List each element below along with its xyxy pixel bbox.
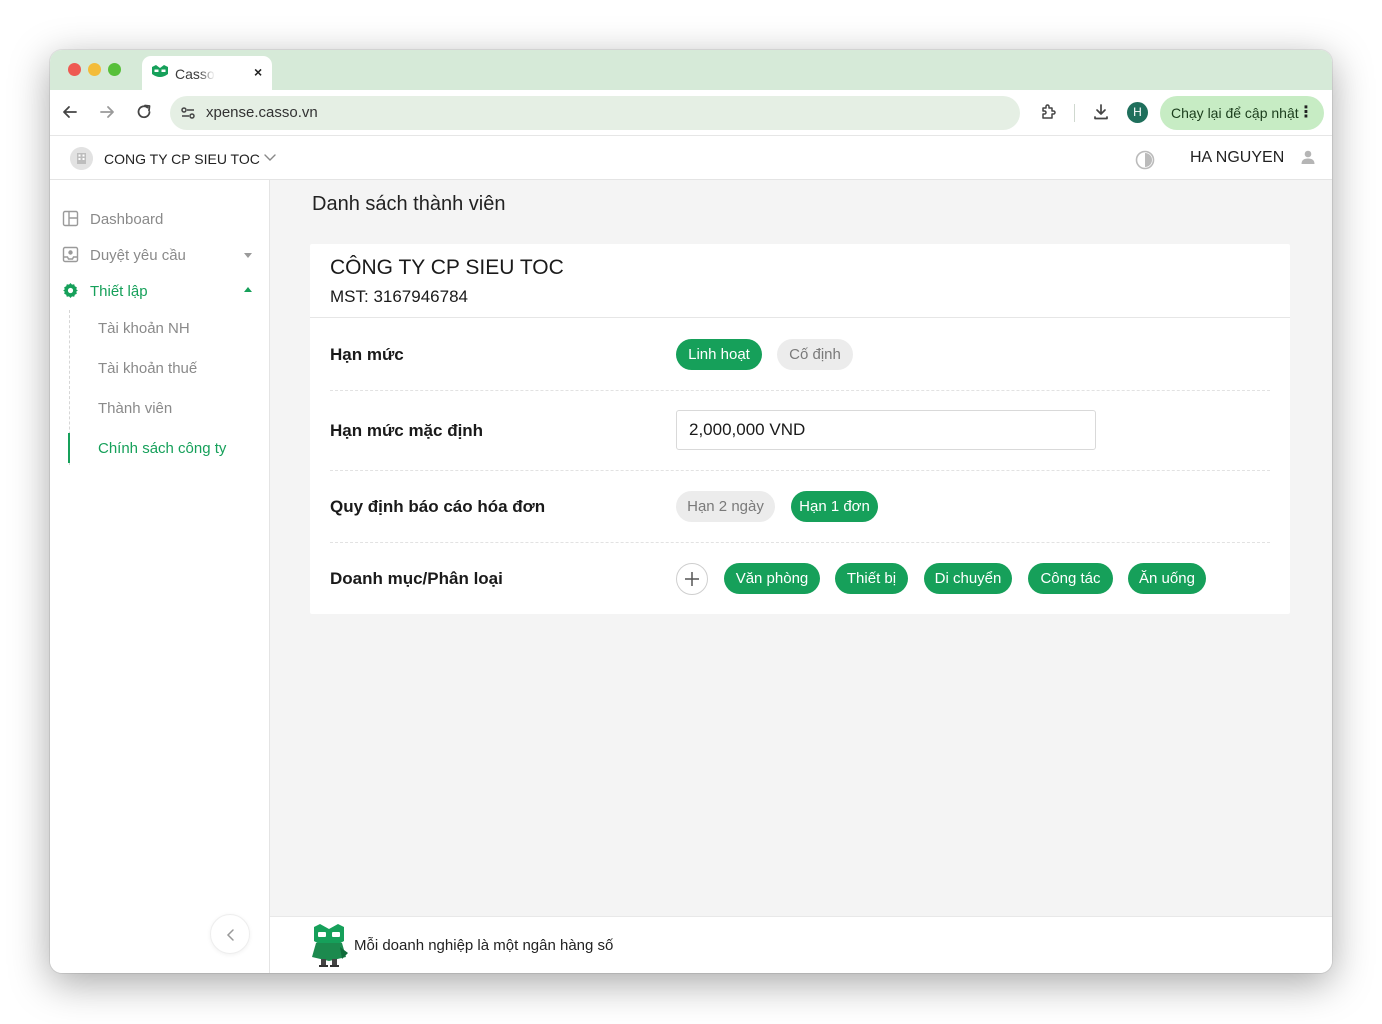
company-selector-label[interactable]: CONG TY CP SIEU TOC: [104, 151, 260, 167]
theme-toggle-icon[interactable]: [1135, 150, 1155, 170]
row-divider: [330, 470, 1270, 471]
maximize-window-button[interactable]: [108, 63, 121, 76]
dashboard-icon: [62, 210, 79, 227]
tab-strip: Casso ×: [50, 50, 1332, 90]
close-window-button[interactable]: [68, 63, 81, 76]
limit-option-fixed[interactable]: Cố định: [777, 339, 853, 370]
sidebar-item-settings[interactable]: Thiết lập: [50, 276, 270, 306]
plus-icon: [685, 572, 699, 586]
sidebar-subitem-bank-accounts[interactable]: Tài khoản NH: [98, 320, 190, 337]
sidebar-subitem-members[interactable]: Thành viên: [98, 400, 172, 417]
toolbar-divider: [1074, 104, 1075, 122]
profile-avatar[interactable]: H: [1127, 102, 1148, 123]
relaunch-update-label: Chạy lại để cập nhật: [1171, 105, 1299, 121]
sidebar-item-label: Thiết lập: [90, 283, 148, 300]
sidebar-item-approvals[interactable]: Duyệt yêu cầu: [50, 240, 270, 270]
building-icon: [70, 147, 93, 170]
category-tag[interactable]: Di chuyển: [924, 563, 1012, 594]
subnav-active-indicator: [68, 433, 70, 463]
category-tag[interactable]: Công tác: [1028, 563, 1113, 594]
company-title: CÔNG TY CP SIEU TOC: [330, 256, 564, 279]
category-tag[interactable]: Thiết bị: [835, 563, 908, 594]
reload-icon[interactable]: [134, 102, 154, 122]
category-tag[interactable]: Ăn uống: [1128, 563, 1206, 594]
limit-label: Hạn mức: [330, 345, 404, 364]
caret-down-icon: [244, 253, 252, 258]
row-divider: [330, 390, 1270, 391]
invoice-rule-label: Quy định báo cáo hóa đơn: [330, 497, 546, 516]
categories-label: Doanh mục/Phân loại: [330, 569, 503, 588]
footer-slogan: Mỗi doanh nghiệp là một ngân hàng số: [354, 937, 614, 954]
chevron-left-icon: [226, 929, 234, 941]
main-content: Danh sách thành viên CÔNG TY CP SIEU TOC…: [270, 180, 1332, 916]
address-bar[interactable]: xpense.casso.vn: [170, 96, 1020, 130]
chevron-down-icon[interactable]: [263, 150, 277, 164]
forward-icon[interactable]: [97, 102, 117, 122]
back-icon[interactable]: [60, 102, 80, 122]
sidebar-subitem-tax-accounts[interactable]: Tài khoản thuế: [98, 360, 197, 377]
site-settings-icon[interactable]: [178, 103, 198, 123]
invoice-option-1-invoice[interactable]: Hạn 1 đơn: [791, 491, 878, 522]
policy-card: CÔNG TY CP SIEU TOC MST: 3167946784 Hạn …: [310, 244, 1290, 614]
footer: Mỗi doanh nghiệp là một ngân hàng số: [270, 916, 1332, 973]
page-title: Danh sách thành viên: [312, 193, 506, 215]
sidebar: Dashboard Duyệt yêu cầu Thiết lập Tài kh…: [50, 180, 270, 973]
default-limit-input[interactable]: 2,000,000 VND: [676, 410, 1096, 450]
casso-mascot-icon: [312, 924, 348, 967]
row-divider: [330, 542, 1270, 543]
tab-title: Casso: [175, 66, 215, 82]
app-header: CONG TY CP SIEU TOC HA NGUYEN: [50, 136, 1332, 180]
default-limit-label: Hạn mức mặc định: [330, 421, 484, 440]
download-icon[interactable]: [1091, 102, 1111, 122]
sidebar-item-label: Dashboard: [90, 211, 164, 228]
user-icon[interactable]: [1300, 149, 1316, 165]
browser-toolbar: xpense.casso.vn H Chạy lại để cập nhật ⋮: [50, 90, 1332, 136]
gear-icon: [63, 283, 78, 298]
url-text: xpense.casso.vn: [206, 104, 318, 121]
relaunch-update-button[interactable]: Chạy lại để cập nhật ⋮: [1160, 96, 1324, 130]
user-name[interactable]: HA NGUYEN: [1190, 149, 1284, 167]
category-tag[interactable]: Văn phòng: [724, 563, 820, 594]
browser-tab[interactable]: Casso ×: [142, 56, 272, 90]
sidebar-item-label: Duyệt yêu cầu: [90, 247, 186, 264]
tax-code: MST: 3167946784: [330, 287, 468, 306]
collapse-sidebar-button[interactable]: [210, 914, 250, 954]
browser-window: Casso × xpense.casso.vn H Chạy lại để cậ…: [50, 50, 1332, 973]
casso-logo-icon: [152, 65, 168, 77]
approval-icon: [62, 246, 79, 263]
invoice-option-2-days[interactable]: Hạn 2 ngày: [676, 491, 775, 522]
caret-up-icon: [244, 287, 252, 292]
add-category-button[interactable]: [676, 563, 708, 595]
card-header: CÔNG TY CP SIEU TOC MST: 3167946784: [310, 244, 1290, 318]
minimize-window-button[interactable]: [88, 63, 101, 76]
sidebar-item-dashboard[interactable]: Dashboard: [50, 204, 270, 234]
limit-option-flexible[interactable]: Linh hoạt: [676, 339, 762, 370]
browser-menu-icon[interactable]: ⋮: [1298, 96, 1314, 130]
tab-close-icon[interactable]: ×: [254, 64, 262, 80]
sidebar-subitem-company-policy[interactable]: Chính sách công ty: [98, 440, 226, 457]
extensions-icon[interactable]: [1038, 102, 1058, 122]
